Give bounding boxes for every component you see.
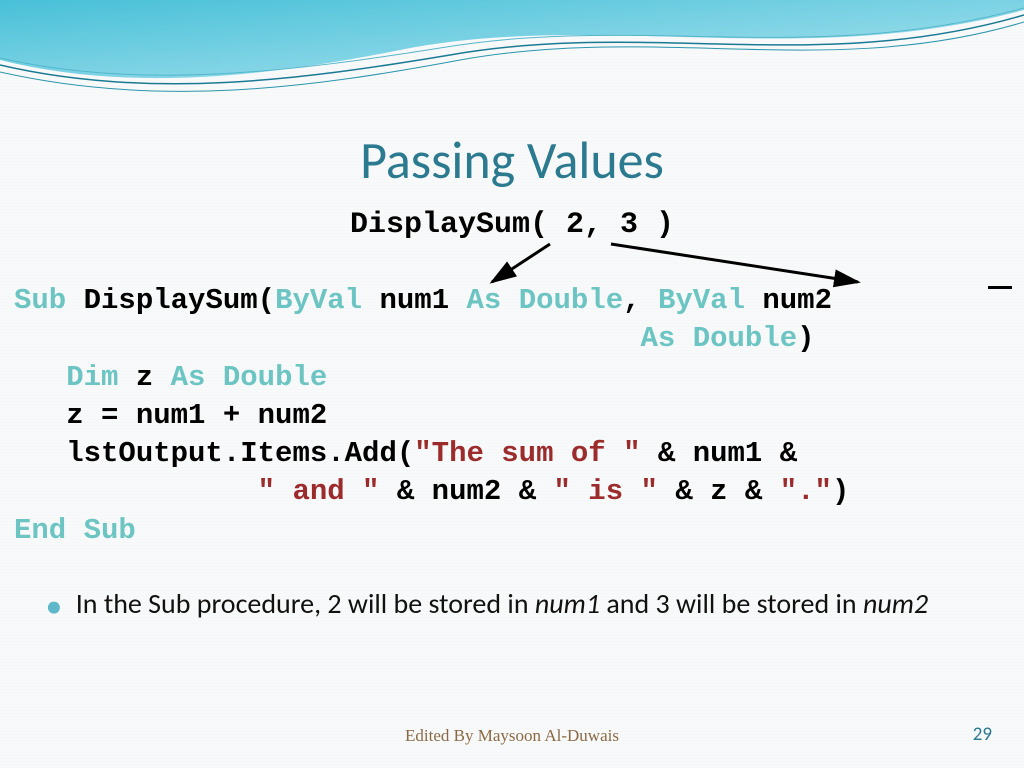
code-text: lstOutput.Items.Add( [14,437,414,470]
code-text: DisplaySum( [66,284,275,317]
code-text: & num1 & [641,437,798,470]
code-text: ) [832,475,849,508]
str-literal: " is " [554,475,658,508]
bullet-area: ● In the Sub procedure, 2 will be stored… [46,588,976,622]
kw-byval: ByVal [658,284,745,317]
code-text: , [623,284,658,317]
bullet-text-part: and 3 will be stored in [600,586,863,621]
kw-asdouble: As Double [171,361,328,394]
code-text: num1 [362,284,466,317]
code-call-line: DisplaySum( 2, 3 ) [0,208,1024,242]
kw-dim: Dim [66,361,118,394]
kw-sub: Sub [14,284,66,317]
code-text: & z & [658,475,780,508]
bullet-text-part: In the Sub procedure, 2 will be stored i… [76,586,535,621]
bullet-var-num1: num1 [535,586,600,621]
code-text: z = num1 + num2 [14,399,327,432]
str-literal: "." [780,475,832,508]
page-number: 29 [973,723,992,746]
slide-title: Passing Values [0,128,1024,192]
kw-asdouble: As Double [641,322,798,355]
code-text: num2 [745,284,832,317]
bullet-text: In the Sub procedure, 2 will be stored i… [76,588,976,620]
bullet-item: ● In the Sub procedure, 2 will be stored… [46,588,976,622]
kw-asdouble: As Double [467,284,624,317]
bullet-var-num2: num2 [863,586,928,621]
code-block: Sub DisplaySum(ByVal num1 As Double, ByV… [14,282,1010,550]
footer-credit: Edited By Maysoon Al-Duwais [0,726,1024,746]
code-text: ) [797,322,814,355]
wave-decoration [0,0,1024,140]
kw-endsub: End Sub [14,514,136,547]
str-literal: " and " [258,475,380,508]
str-literal: "The sum of " [414,437,640,470]
code-text: & num2 & [379,475,553,508]
bullet-dot-icon: ● [46,592,62,622]
kw-byval: ByVal [275,284,362,317]
code-text: z [118,361,170,394]
